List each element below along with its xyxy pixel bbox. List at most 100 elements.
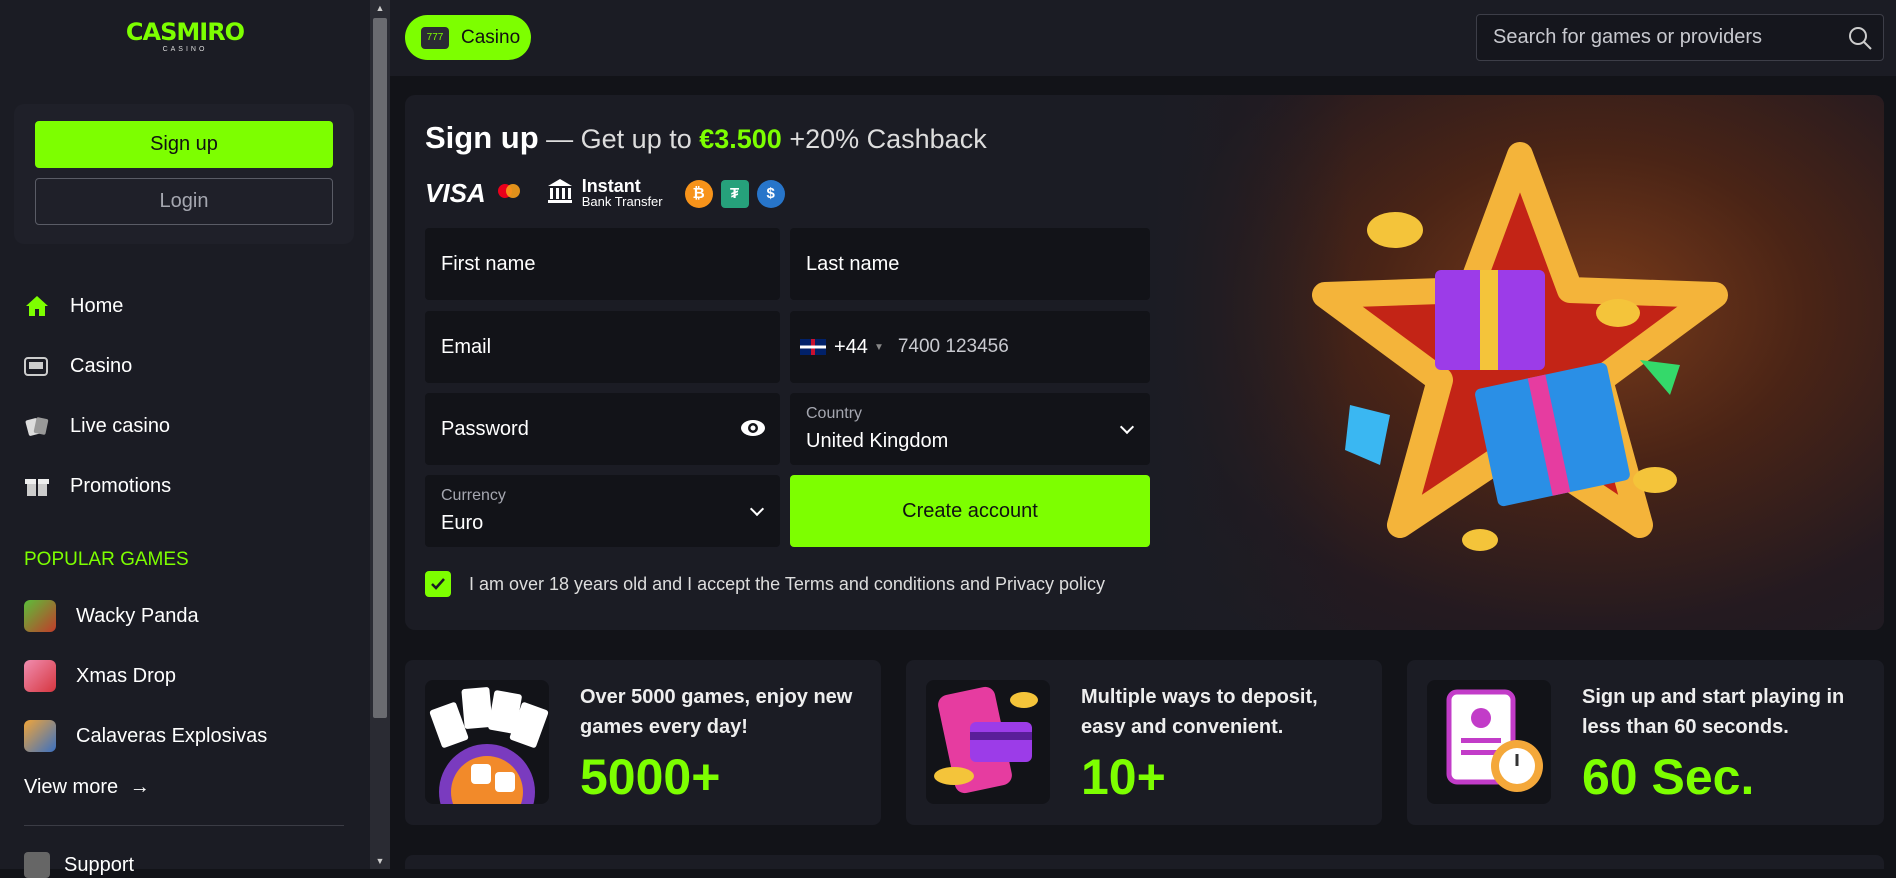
terms-text: I am over 18 years old and I accept the … bbox=[469, 573, 1106, 594]
game-item-wacky-panda[interactable]: Wacky Panda bbox=[24, 598, 199, 634]
sidebar-item-live-casino[interactable]: Live casino bbox=[24, 408, 170, 444]
terms-checkbox[interactable] bbox=[425, 571, 451, 597]
phone-placeholder: 7400 123456 bbox=[897, 336, 1009, 357]
feature-card-deposit: Multiple ways to deposit, easy and conve… bbox=[906, 660, 1382, 825]
country-label: Country bbox=[806, 405, 863, 422]
password-placeholder: Password bbox=[441, 417, 529, 440]
game-label: Wacky Panda bbox=[76, 604, 199, 627]
game-label: Xmas Drop bbox=[76, 664, 177, 687]
cards-roulette-icon bbox=[425, 680, 549, 804]
phone-code[interactable]: +44 bbox=[834, 336, 868, 359]
mastercard-icon bbox=[494, 181, 524, 206]
feature-text: Sign up and start playing in less than 6… bbox=[1582, 686, 1845, 738]
currency-value: Euro bbox=[441, 512, 484, 534]
feature-card-speed: Sign up and start playing in less than 6… bbox=[1407, 660, 1884, 825]
country-select[interactable]: Country United Kingdom bbox=[790, 393, 1150, 465]
sidebar-item-casino[interactable]: Casino bbox=[24, 348, 132, 384]
game-item-calaveras-explosivas[interactable]: Calaveras Explosivas bbox=[24, 718, 267, 754]
game-thumbnail bbox=[24, 660, 56, 692]
next-section-edge bbox=[405, 855, 1884, 869]
cards-icon bbox=[24, 413, 50, 439]
signup-button[interactable]: Sign up bbox=[35, 121, 333, 168]
feature-card-games: Over 5000 games, enjoy new games every d… bbox=[405, 660, 881, 825]
phone-payment-icon bbox=[926, 680, 1050, 804]
headline-amount: €3.500 bbox=[699, 124, 782, 154]
country-value: United Kingdom bbox=[806, 430, 949, 452]
view-more-link[interactable]: View more → bbox=[24, 776, 150, 799]
terms-row: I am over 18 years old and I accept the … bbox=[425, 571, 1105, 597]
bank-title: Instant bbox=[581, 175, 641, 196]
casino-tab-button[interactable]: 777 Casino bbox=[405, 15, 531, 60]
usdc-icon: $ bbox=[756, 179, 785, 208]
instant-bank-transfer: Instant Bank Transfer bbox=[581, 175, 663, 209]
headline-mid: — Get up to bbox=[538, 124, 700, 154]
signup-stopwatch-icon bbox=[1427, 680, 1551, 804]
check-icon bbox=[431, 578, 445, 590]
feature-number: 60 Sec. bbox=[1582, 749, 1755, 805]
bank-icon bbox=[546, 177, 574, 210]
game-label: Calaveras Explosivas bbox=[76, 724, 268, 747]
scroll-down-icon[interactable]: ▼ bbox=[370, 853, 390, 869]
search-input[interactable] bbox=[1477, 26, 1827, 49]
feature-number: 5000+ bbox=[580, 749, 721, 805]
sidebar-item-label: Casino bbox=[70, 354, 133, 377]
bitcoin-icon: ₿ bbox=[684, 179, 713, 208]
logo-sub: CASINO bbox=[162, 46, 208, 53]
hero-illustration bbox=[1150, 95, 1884, 630]
email-field[interactable]: Email bbox=[425, 311, 780, 383]
login-button[interactable]: Login bbox=[35, 178, 333, 225]
sidebar-item-label: Promotions bbox=[70, 474, 172, 497]
bank-sub: Bank Transfer bbox=[581, 193, 663, 209]
sidebar-item-label: Live casino bbox=[70, 414, 171, 437]
first-name-field[interactable]: First name bbox=[425, 228, 780, 300]
email-placeholder: Email bbox=[441, 335, 492, 358]
popular-games-title: POPULAR GAMES bbox=[24, 549, 189, 570]
scroll-up-icon[interactable]: ▲ bbox=[370, 0, 390, 16]
support-label: Support bbox=[64, 853, 135, 876]
signup-headline: Sign up — Get up to €3.500 +20% Cashback bbox=[425, 120, 987, 156]
visa-logo: VISA bbox=[425, 178, 486, 208]
gift-icon bbox=[24, 473, 50, 499]
currency-select[interactable]: Currency Euro bbox=[425, 475, 780, 547]
slot-machine-icon: 777 bbox=[421, 26, 449, 49]
slot-machine-icon bbox=[24, 353, 50, 379]
scrollbar-thumb[interactable] bbox=[373, 18, 387, 718]
currency-label: Currency bbox=[441, 487, 506, 504]
search-bar[interactable] bbox=[1476, 14, 1884, 61]
logo-name: CASMIRO bbox=[125, 18, 245, 46]
feature-text: Over 5000 games, enjoy new games every d… bbox=[580, 686, 853, 738]
last-name-placeholder: Last name bbox=[806, 252, 900, 275]
feature-number: 10+ bbox=[1081, 749, 1166, 805]
tether-icon: ₮ bbox=[720, 179, 749, 208]
password-field[interactable]: Password bbox=[425, 393, 780, 465]
first-name-placeholder: First name bbox=[441, 252, 536, 275]
sidebar-scrollbar[interactable]: ▲ ▼ bbox=[370, 0, 390, 869]
game-item-xmas-drop[interactable]: Xmas Drop bbox=[24, 658, 176, 694]
chevron-down-icon[interactable]: ▼ bbox=[874, 342, 884, 353]
auth-box: Sign up Login bbox=[14, 104, 354, 244]
home-icon bbox=[24, 293, 50, 319]
casino-tab-label: Casino bbox=[461, 26, 521, 48]
sidebar-item-label: Home bbox=[70, 294, 124, 317]
phone-field[interactable]: +44 ▼ 7400 123456 bbox=[790, 311, 1150, 383]
headline-tail: +20% Cashback bbox=[781, 124, 987, 154]
feature-text: Multiple ways to deposit, easy and conve… bbox=[1081, 686, 1318, 738]
chat-icon bbox=[24, 852, 50, 878]
sidebar-item-promotions[interactable]: Promotions bbox=[24, 468, 171, 504]
divider bbox=[24, 825, 344, 826]
game-thumbnail bbox=[24, 600, 56, 632]
last-name-field[interactable]: Last name bbox=[790, 228, 1150, 300]
uk-flag-icon[interactable] bbox=[800, 339, 826, 355]
arrow-right-icon: → bbox=[129, 776, 150, 798]
create-account-button[interactable]: Create account bbox=[790, 475, 1150, 547]
chevron-down-icon bbox=[749, 501, 765, 517]
search-icon[interactable] bbox=[1847, 25, 1873, 56]
sidebar-item-home[interactable]: Home bbox=[24, 288, 123, 324]
signup-hero: Sign up — Get up to €3.500 +20% Cashback… bbox=[405, 95, 1884, 630]
casmiro-logo[interactable]: CASMIRO CASINO bbox=[120, 18, 250, 64]
support-link[interactable]: Support bbox=[24, 852, 134, 878]
chevron-down-icon bbox=[1119, 419, 1135, 435]
eye-icon[interactable] bbox=[740, 417, 766, 445]
headline-strong: Sign up bbox=[425, 120, 539, 155]
sidebar: CASMIRO CASINO Sign up Login Home Casino… bbox=[0, 0, 370, 878]
